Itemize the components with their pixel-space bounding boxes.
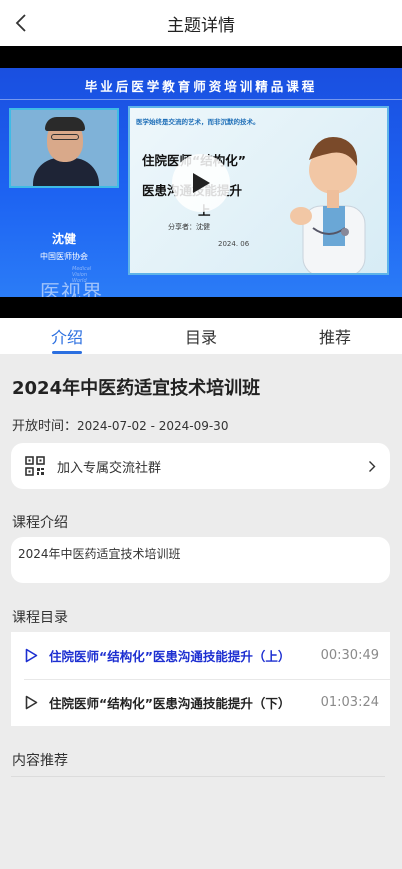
catalog-item[interactable]: 住院医师“结构化”医患沟通技能提升（上） 00:30:49 <box>11 632 390 679</box>
catalog-item[interactable]: 住院医师“结构化”医患沟通技能提升（下） 01:03:24 <box>11 679 390 726</box>
course-title: 2024年中医药适宜技术培训班 <box>12 378 261 399</box>
page-title: 主题详情 <box>167 15 235 36</box>
open-time-label: 开放时间： <box>12 419 78 434</box>
video-player[interactable]: 毕业后医学教育师资培训精品课程 沈健 中国医师协会 Medical Vision… <box>0 46 402 318</box>
tab-intro-label: 介绍 <box>50 328 83 347</box>
intro-card: 2024年中医药适宜技术培训班 <box>11 537 390 583</box>
slide-date: 2024. 06 <box>218 240 250 248</box>
play-outline-icon <box>25 695 38 710</box>
catalog-item-title: 住院医师“结构化”医患沟通技能提升（上） <box>49 649 291 664</box>
back-button[interactable] <box>6 7 38 39</box>
tab-catalog-label: 目录 <box>184 328 217 347</box>
presentation-slide: 医学始终是交流的艺术，而非沉默的技术。 住院医师“结构化” 医患沟通技能提升 上… <box>128 106 389 275</box>
detail-tabs: 介绍 目录 推荐 <box>0 318 402 354</box>
recommend-divider <box>11 776 385 777</box>
chevron-right-icon <box>369 460 376 472</box>
chevron-left-icon <box>15 14 26 32</box>
qr-code-icon <box>25 456 45 476</box>
play-button[interactable] <box>172 154 230 212</box>
play-outline-icon <box>25 648 38 663</box>
catalog-heading: 课程目录 <box>12 610 68 626</box>
tab-intro[interactable]: 介绍 <box>0 318 134 354</box>
speaker-video <box>9 108 119 188</box>
catalog-item-title: 住院医师“结构化”医患沟通技能提升（下） <box>49 696 291 711</box>
recommend-heading: 内容推荐 <box>12 753 68 769</box>
catalog-item-duration: 00:30:49 <box>320 648 379 663</box>
video-banner: 毕业后医学教育师资培训精品课程 <box>84 79 318 94</box>
watermark: 医视界 <box>40 280 103 297</box>
intro-text: 2024年中医药适宜技术培训班 <box>18 547 181 561</box>
speaker-org: 中国医师协会 <box>40 252 88 261</box>
open-time: 开放时间：2024-07-02 - 2024-09-30 <box>12 415 228 434</box>
doctor-illustration <box>290 136 366 273</box>
tab-recommend[interactable]: 推荐 <box>268 318 402 354</box>
catalog-item-duration: 01:03:24 <box>320 695 379 710</box>
slide-quote: 医学始终是交流的艺术，而非沉默的技术。 <box>136 118 260 126</box>
slide-sharer: 分享者：沈健 <box>168 223 210 231</box>
top-bar: 主题详情 <box>0 0 402 46</box>
intro-heading: 课程介绍 <box>12 515 68 531</box>
play-icon <box>193 173 210 193</box>
speaker-name: 沈健 <box>51 232 76 246</box>
tab-active-indicator <box>52 351 82 354</box>
banner-divider <box>0 99 402 100</box>
catalog-list: 住院医师“结构化”医患沟通技能提升（上） 00:30:49 住院医师“结构化”医… <box>11 632 390 726</box>
community-label: 加入专属交流社群 <box>57 460 162 476</box>
tab-recommend-label: 推荐 <box>318 328 351 347</box>
join-community-button[interactable]: 加入专属交流社群 <box>11 443 390 489</box>
tab-catalog[interactable]: 目录 <box>134 318 268 354</box>
open-time-value: 2024-07-02 - 2024-09-30 <box>77 419 229 433</box>
